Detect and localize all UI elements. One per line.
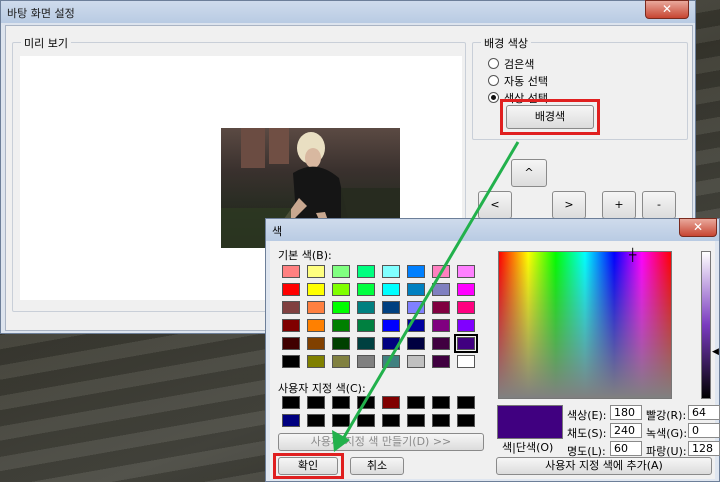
- annotation-arrow: [332, 141, 520, 452]
- arrow-line: [338, 141, 520, 445]
